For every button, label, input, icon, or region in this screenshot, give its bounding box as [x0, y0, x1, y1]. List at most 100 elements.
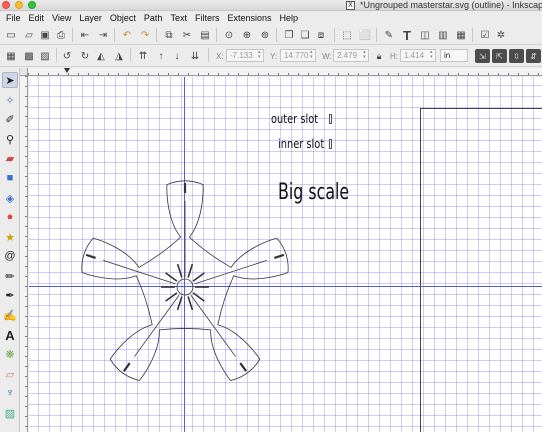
undo-icon[interactable]: ↶	[120, 28, 134, 42]
tool-controls-bar: ▦ ▩ ▨ ↺ ↻ ◭ ◮ ⇈ ↑ ↓ ⇊ X: -7.133 Y: 14.77…	[0, 45, 542, 67]
duplicate-icon[interactable]: ❐	[282, 28, 296, 42]
open-icon[interactable]: ▱	[22, 28, 36, 42]
maximize-window-button[interactable]	[28, 1, 36, 9]
group-icon[interactable]: ⬚	[340, 28, 354, 42]
commands-toolbar: ▭ ▱ ▣ ⎙ ⇤ ⇥ ↶ ↷ ⧉ ✂ ▤ ⊙ ⊕ ⊚ ❐ ❏ ⧈ ⬚ ⬜ ✎ …	[0, 25, 542, 45]
h-field[interactable]: 1.414	[400, 49, 436, 62]
layers-icon[interactable]: ◫	[418, 28, 432, 42]
arm-slot	[122, 362, 131, 372]
ungroup-icon[interactable]: ⬜	[358, 28, 372, 42]
zoom-page-icon[interactable]: ⊚	[258, 28, 272, 42]
move-patterns-toggle-icon[interactable]: ⇵	[526, 49, 541, 63]
hub-spoke	[187, 263, 194, 278]
menu-path[interactable]: Path	[140, 11, 167, 25]
menu-filters[interactable]: Filters	[191, 11, 224, 25]
3d-box-tool-icon[interactable]: ◈	[2, 190, 18, 206]
unit-select[interactable]: in	[440, 49, 468, 62]
menu-file[interactable]: File	[2, 11, 25, 25]
node-tool-icon[interactable]: ✧	[2, 92, 18, 108]
selector-tool-icon[interactable]: ➤	[2, 72, 18, 88]
ruler-corner	[20, 68, 28, 76]
lock-icon[interactable]: 🔒︎	[372, 49, 386, 63]
calligraphy-tool-icon[interactable]: ✍	[2, 307, 18, 323]
flip-vertical-icon[interactable]: ◮	[112, 49, 126, 63]
x-field[interactable]: -7.133	[226, 49, 264, 62]
rotate-cw-icon[interactable]: ↻	[78, 49, 92, 63]
menu-object[interactable]: Object	[106, 11, 140, 25]
paste-icon[interactable]: ▤	[198, 28, 212, 42]
arm-slot	[85, 253, 96, 259]
vertical-ruler[interactable]	[20, 76, 28, 432]
align-icon[interactable]: ▦	[454, 28, 468, 42]
rotate-ccw-icon[interactable]: ↺	[60, 49, 74, 63]
preferences-icon[interactable]: ☑	[478, 28, 492, 42]
tweak-tool-icon[interactable]: ✐	[2, 111, 18, 127]
ellipse-tool-icon[interactable]: ●	[2, 209, 18, 225]
paint-bucket-tool-icon[interactable]: ♆	[2, 385, 18, 401]
cut-icon[interactable]: ✂	[180, 28, 194, 42]
toolbox: ➤ ✧ ✐ ⚲ ▰ ■ ◈ ● ★ @ ✏ ✒ ✍ A ❋ ▱ ♆ ▨	[0, 68, 20, 432]
text-tool-icon[interactable]: A	[2, 327, 18, 343]
pencil-tool-icon[interactable]: ✏	[2, 268, 18, 284]
print-icon[interactable]: ⎙	[54, 28, 68, 42]
y-field[interactable]: 14.770	[280, 49, 316, 62]
menu-view[interactable]: View	[48, 11, 75, 25]
gradient-tool-icon[interactable]: ▨	[2, 405, 18, 421]
pen-tool-icon[interactable]: ✒	[2, 287, 18, 303]
title-bar: X *Ungrouped masterstar.svg (outline) - …	[0, 0, 542, 11]
arm-spoke	[103, 260, 176, 285]
h-label: H:	[390, 52, 398, 61]
horizontal-ruler[interactable]	[28, 68, 542, 76]
menu-edit[interactable]: Edit	[25, 11, 49, 25]
drawing-canvas[interactable]: outer slot inner slot Big scale	[29, 77, 542, 432]
zoom-drawing-icon[interactable]: ⊕	[240, 28, 254, 42]
ruler-position-marker	[64, 68, 70, 73]
arm-slot	[274, 253, 285, 259]
raise-icon[interactable]: ↑	[154, 49, 168, 63]
xml-editor-icon[interactable]: ▥	[436, 28, 450, 42]
export-icon[interactable]: ⇥	[96, 28, 110, 42]
hub-spoke	[165, 272, 178, 282]
spiral-tool-icon[interactable]: @	[2, 248, 18, 264]
copy-icon[interactable]: ⧉	[162, 28, 176, 42]
import-icon[interactable]: ⇤	[78, 28, 92, 42]
clone-icon[interactable]: ❏	[298, 28, 312, 42]
star-outline-drawing[interactable]	[29, 77, 542, 432]
w-field[interactable]: 2.479	[333, 49, 369, 62]
hub-spoke	[176, 263, 183, 278]
zoom-selection-icon[interactable]: ⊙	[222, 28, 236, 42]
document-icon: X	[346, 1, 355, 10]
deselect-icon[interactable]: ▨	[38, 49, 52, 63]
scale-corners-toggle-icon[interactable]: ⇱	[492, 49, 507, 63]
select-all-icon[interactable]: ▦	[4, 49, 18, 63]
eraser-tool-icon[interactable]: ▱	[2, 366, 18, 382]
star-tool-icon[interactable]: ★	[2, 229, 18, 245]
fill-stroke-icon[interactable]: ✎	[382, 28, 396, 42]
menu-layer[interactable]: Layer	[75, 11, 106, 25]
scale-stroke-toggle-icon[interactable]: ⇲	[475, 49, 490, 63]
redo-icon[interactable]: ↷	[138, 28, 152, 42]
lower-icon[interactable]: ↓	[170, 49, 184, 63]
raise-to-top-icon[interactable]: ⇈	[136, 49, 150, 63]
menu-extensions[interactable]: Extensions	[223, 11, 275, 25]
inkscape-window: X *Ungrouped masterstar.svg (outline) - …	[0, 0, 542, 432]
center-hub[interactable]	[176, 278, 194, 296]
move-gradients-toggle-icon[interactable]: ⇳	[509, 49, 524, 63]
snap-icon[interactable]: ✲	[494, 28, 508, 42]
save-icon[interactable]: ▣	[38, 28, 52, 42]
zoom-tool-icon[interactable]: ⚲	[2, 131, 18, 147]
hub-spoke	[187, 296, 194, 311]
spray-tool-icon[interactable]: ❋	[2, 346, 18, 362]
close-window-button[interactable]	[2, 1, 10, 9]
menu-help[interactable]: Help	[275, 11, 302, 25]
menu-text[interactable]: Text	[166, 11, 191, 25]
measure-tool-icon[interactable]: ▰	[2, 150, 18, 166]
new-document-icon[interactable]: ▭	[4, 28, 18, 42]
select-all-layers-icon[interactable]: ▩	[22, 49, 36, 63]
rectangle-tool-icon[interactable]: ■	[2, 170, 18, 186]
text-font-icon[interactable]: T	[400, 28, 414, 43]
lower-to-bottom-icon[interactable]: ⇊	[188, 49, 202, 63]
minimize-window-button[interactable]	[15, 1, 23, 9]
flip-horizontal-icon[interactable]: ◭	[94, 49, 108, 63]
unlink-clone-icon[interactable]: ⧈	[314, 28, 328, 42]
